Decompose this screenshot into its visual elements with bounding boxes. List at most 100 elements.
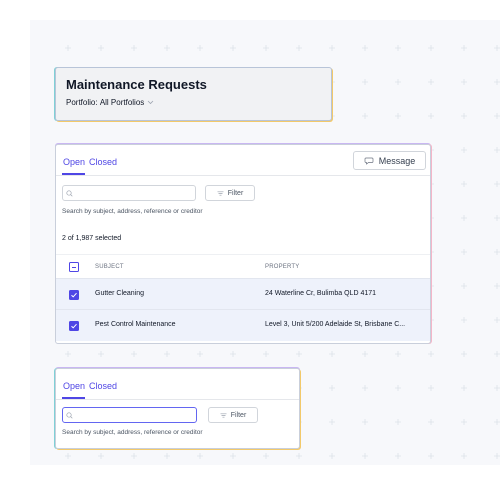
plus-mark <box>461 453 467 459</box>
plus-mark <box>230 45 236 51</box>
tab-open[interactable]: Open <box>63 381 85 391</box>
plus-mark <box>494 79 500 85</box>
plus-mark <box>428 453 434 459</box>
plus-mark <box>329 419 335 425</box>
row-subject: Pest Control Maintenance <box>95 321 176 328</box>
plus-mark <box>362 385 368 391</box>
plus-mark <box>362 351 368 357</box>
select-all-checkbox[interactable] <box>69 262 79 272</box>
plus-mark <box>461 283 467 289</box>
tab-open[interactable]: Open <box>63 157 85 167</box>
plus-mark <box>461 113 467 119</box>
search-field[interactable] <box>62 407 197 423</box>
plus-mark <box>461 249 467 255</box>
search-hint: Search by subject, address, reference or… <box>62 208 203 215</box>
plus-mark <box>362 113 368 119</box>
filter-lines-icon <box>220 412 227 418</box>
plus-mark <box>494 181 500 187</box>
search-hint: Search by subject, address, reference or… <box>62 429 203 436</box>
plus-mark <box>362 453 368 459</box>
plus-mark <box>494 419 500 425</box>
plus-mark <box>329 453 335 459</box>
plus-mark <box>461 351 467 357</box>
plus-mark <box>230 453 236 459</box>
plus-mark <box>428 79 434 85</box>
plus-mark <box>461 215 467 221</box>
filter-button-label: Filter <box>227 189 244 197</box>
plus-mark <box>329 385 335 391</box>
plus-mark <box>494 113 500 119</box>
plus-mark <box>65 45 71 51</box>
plus-mark <box>164 45 170 51</box>
filter-button[interactable]: Filter <box>205 185 255 201</box>
plus-mark <box>428 45 434 51</box>
plus-mark <box>164 453 170 459</box>
table-row[interactable]: Gutter Cleaning 24 Waterline Cr, Bulimba… <box>56 278 430 310</box>
plus-mark <box>197 45 203 51</box>
plus-mark <box>65 351 71 357</box>
plus-mark <box>98 45 104 51</box>
plus-mark <box>197 453 203 459</box>
filter-lines-icon <box>217 190 224 196</box>
plus-mark <box>461 385 467 391</box>
plus-mark <box>263 453 269 459</box>
row-subject: Gutter Cleaning <box>95 290 145 297</box>
plus-mark <box>428 351 434 357</box>
plus-mark <box>494 317 500 323</box>
column-header-subject[interactable]: SUBJECT <box>95 264 124 270</box>
plus-mark <box>395 351 401 357</box>
plus-mark <box>197 351 203 357</box>
page-title: Maintenance Requests <box>66 77 207 92</box>
maintenance-list-card: Open Closed Message Filter Search by sub… <box>55 144 431 344</box>
status-tabs: Open Closed Message <box>56 145 430 176</box>
portfolio-label: Portfolio: <box>66 98 98 107</box>
row-property: Level 3, Unit 5/200 Adelaide St, Brisban… <box>265 321 406 328</box>
plus-mark <box>395 419 401 425</box>
active-tab-indicator <box>62 397 85 399</box>
plus-mark <box>461 147 467 153</box>
plus-mark <box>428 113 434 119</box>
plus-mark <box>461 45 467 51</box>
plus-mark <box>263 351 269 357</box>
page-header-card: Maintenance Requests Portfolio: All Port… <box>55 67 332 121</box>
plus-mark <box>296 453 302 459</box>
plus-mark <box>395 385 401 391</box>
plus-mark <box>494 147 500 153</box>
plus-mark <box>428 385 434 391</box>
search-input[interactable] <box>73 189 186 197</box>
active-tab-indicator <box>62 173 85 175</box>
plus-mark <box>329 45 335 51</box>
plus-mark <box>131 453 137 459</box>
plus-mark <box>428 419 434 425</box>
search-icon <box>66 189 73 197</box>
message-button[interactable]: Message <box>353 151 426 170</box>
plus-mark <box>494 453 500 459</box>
portfolio-selector[interactable]: Portfolio: All Portfolios <box>66 98 321 107</box>
row-checkbox[interactable] <box>69 321 79 331</box>
plus-mark <box>362 45 368 51</box>
chevron-down-icon <box>147 98 154 107</box>
speech-bubble-icon <box>364 157 374 165</box>
filter-button[interactable]: Filter <box>208 407 258 423</box>
plus-mark <box>329 351 335 357</box>
column-header-property[interactable]: PROPERTY <box>265 264 300 270</box>
plus-mark <box>494 45 500 51</box>
plus-mark <box>263 45 269 51</box>
plus-mark <box>296 45 302 51</box>
plus-mark <box>494 249 500 255</box>
search-field[interactable] <box>62 185 196 201</box>
search-input[interactable] <box>73 411 186 419</box>
selection-count: 2 of 1,987 selected <box>62 235 122 242</box>
portfolio-value: All Portfolios <box>99 98 145 107</box>
row-checkbox[interactable] <box>69 290 79 300</box>
tab-closed[interactable]: Closed <box>89 381 117 391</box>
row-property: 24 Waterline Cr, Bulimba QLD 4171 <box>265 290 377 297</box>
plus-mark <box>230 351 236 357</box>
tab-closed[interactable]: Closed <box>89 157 117 167</box>
plus-mark <box>131 351 137 357</box>
message-button-label: Message <box>378 155 416 166</box>
plus-mark <box>131 45 137 51</box>
plus-mark <box>98 351 104 357</box>
table-row[interactable]: Pest Control Maintenance Level 3, Unit 5… <box>56 309 430 341</box>
plus-mark <box>65 453 71 459</box>
